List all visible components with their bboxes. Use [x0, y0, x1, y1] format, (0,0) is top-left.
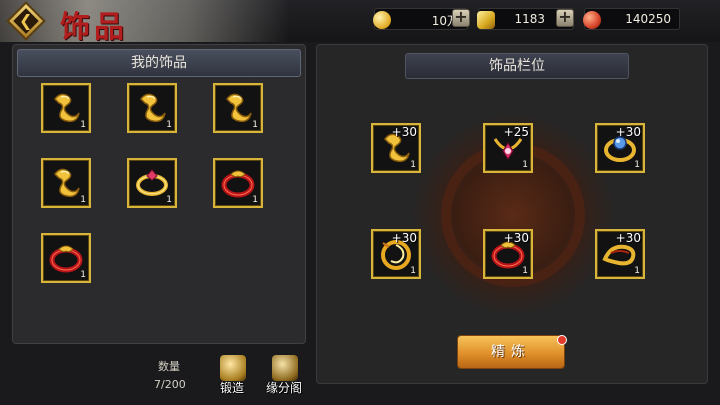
- enhance-level: +30: [615, 125, 641, 139]
- enhance-level: +25: [503, 125, 529, 139]
- enhance-level: +30: [615, 231, 641, 245]
- page-title: 饰品: [60, 10, 128, 45]
- item-count: 1: [410, 160, 416, 170]
- pavilion-label: 缘分阁: [265, 381, 302, 395]
- equip-slot-5[interactable]: +30 1: [483, 229, 533, 279]
- item-count: 1: [80, 270, 86, 280]
- item-count: 1: [166, 120, 172, 130]
- enhance-level: +30: [503, 231, 529, 245]
- inventory-slot-5[interactable]: 1: [127, 158, 177, 208]
- item-count: 1: [634, 266, 640, 276]
- silver-coin-icon: [373, 11, 391, 29]
- inventory-slot-3[interactable]: 1: [213, 83, 263, 133]
- gem-amount: 140250: [625, 12, 671, 26]
- pavilion-button[interactable]: 缘分阁: [264, 355, 304, 399]
- gem-currency: 140250: [583, 8, 680, 30]
- item-count: 1: [80, 120, 86, 130]
- refine-button[interactable]: 精炼: [457, 335, 565, 369]
- my-accessories-panel: 我的饰品 1 1 1 1 1 1 1: [12, 44, 306, 344]
- item-count: 1: [252, 195, 258, 205]
- add-gold-button[interactable]: +: [556, 9, 574, 27]
- equip-slot-2[interactable]: +25 1: [483, 123, 533, 173]
- inventory-slot-7[interactable]: 1: [41, 233, 91, 283]
- accessory-slots-panel: 饰品栏位 +30 1 +25 1 +30 1 +30 1 +30 1 +30 1…: [316, 44, 708, 384]
- quantity-label: 数量: [158, 360, 180, 373]
- forge-button[interactable]: 锻造: [212, 355, 252, 399]
- inventory-slot-4[interactable]: 1: [41, 158, 91, 208]
- equip-slot-3[interactable]: +30 1: [595, 123, 645, 173]
- gold-amount: 1183: [514, 12, 545, 26]
- add-silver-button[interactable]: +: [452, 9, 470, 27]
- my-accessories-title: 我的饰品: [17, 49, 301, 77]
- item-count: 1: [80, 195, 86, 205]
- hammer-icon: [220, 355, 246, 381]
- gem-icon: [583, 11, 601, 29]
- item-count: 1: [410, 266, 416, 276]
- equip-slot-6[interactable]: +30 1: [595, 229, 645, 279]
- enhance-level: +30: [391, 125, 417, 139]
- item-count: 1: [522, 266, 528, 276]
- item-count: 1: [252, 120, 258, 130]
- pavilion-icon: [272, 355, 298, 381]
- back-button[interactable]: ❮: [6, 1, 46, 41]
- gold-ingot-icon: [477, 11, 495, 29]
- item-count: 1: [634, 160, 640, 170]
- equip-slot-1[interactable]: +30 1: [371, 123, 421, 173]
- inventory-slot-1[interactable]: 1: [41, 83, 91, 133]
- inventory-slot-6[interactable]: 1: [213, 158, 263, 208]
- accessory-slots-title: 饰品栏位: [405, 53, 629, 79]
- enhance-level: +30: [391, 231, 417, 245]
- quantity-value: 7/200: [154, 378, 186, 391]
- back-arrow-icon: ❮: [19, 11, 33, 30]
- item-count: 1: [166, 195, 172, 205]
- equip-slot-4[interactable]: +30 1: [371, 229, 421, 279]
- item-count: 1: [522, 160, 528, 170]
- notification-dot: [557, 335, 567, 345]
- inventory-slot-2[interactable]: 1: [127, 83, 177, 133]
- forge-label: 锻造: [219, 381, 244, 395]
- top-bar: ❮ 饰品 10万 + 1183 + 140250: [0, 0, 720, 45]
